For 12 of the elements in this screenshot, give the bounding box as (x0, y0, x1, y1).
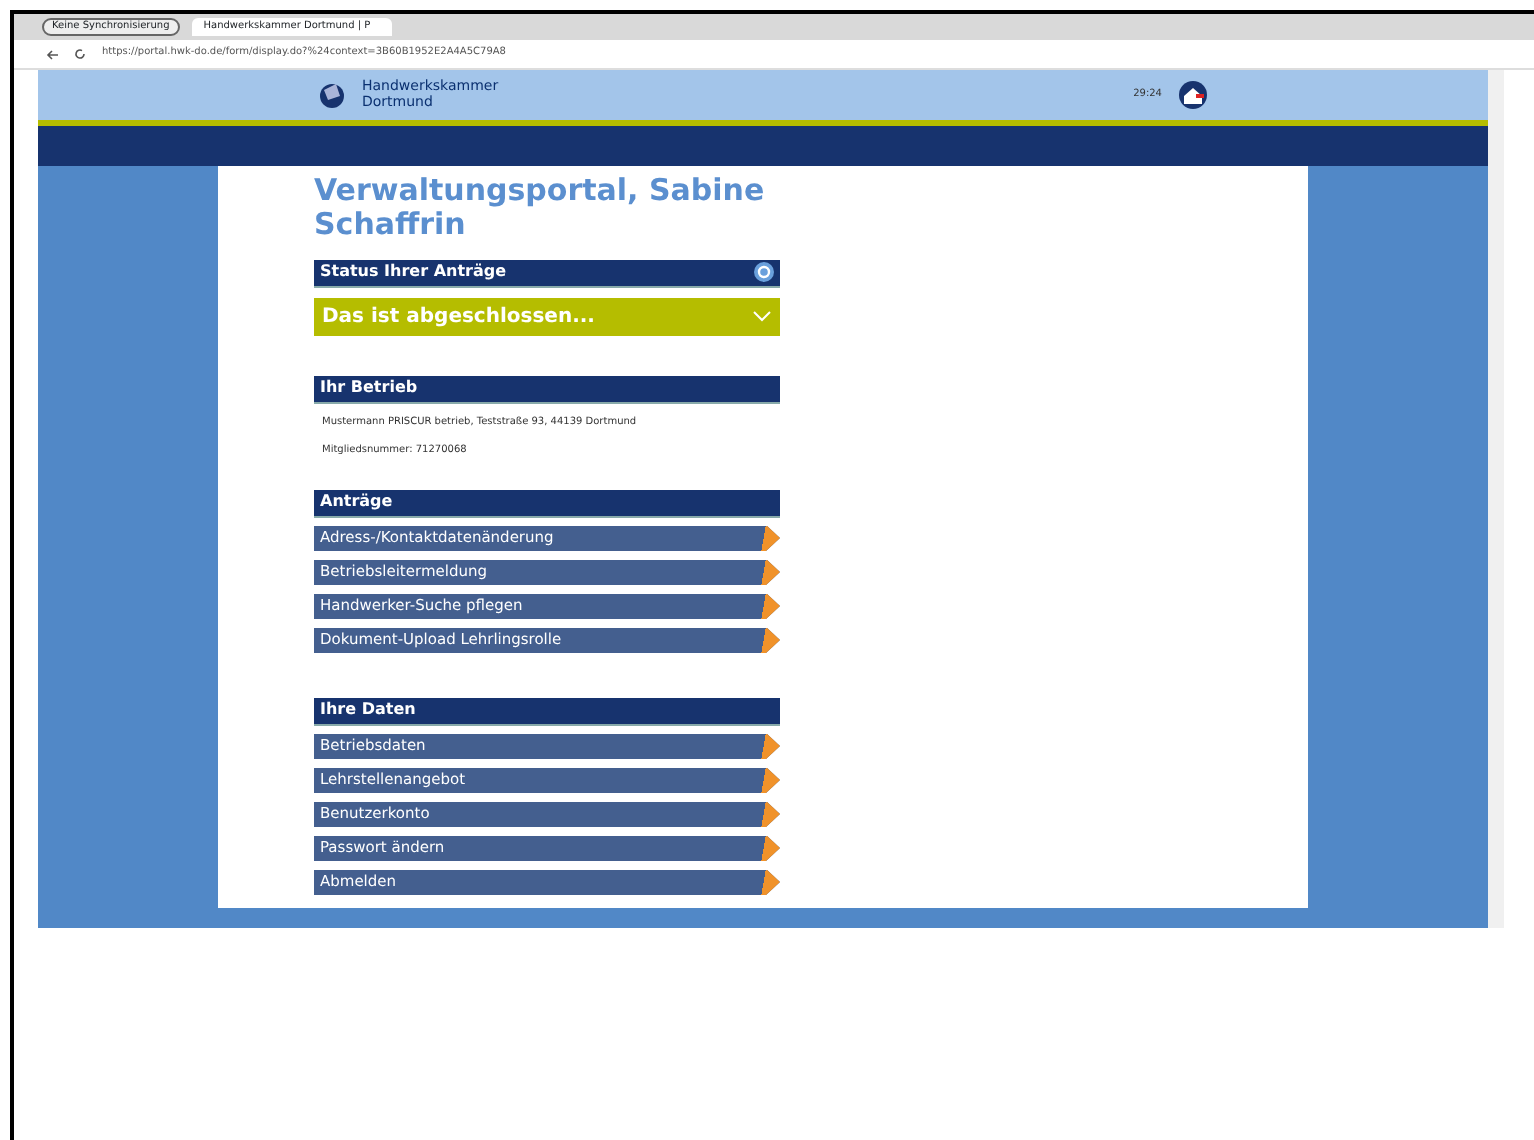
back-icon[interactable] (46, 49, 58, 59)
reload-icon[interactable] (74, 48, 86, 60)
home-icon[interactable] (1178, 80, 1208, 110)
logo-icon (318, 81, 346, 109)
section-heading: Ihre Daten (314, 697, 780, 725)
status-text: Das ist abgeschlossen... (322, 303, 595, 331)
section-heading: Ihr Betrieb (314, 375, 780, 403)
refresh-icon[interactable] (754, 262, 774, 282)
section-heading: Anträge (314, 489, 780, 517)
page-title: Verwaltungsportal, Sabine Schaffrin (314, 174, 767, 243)
chevron-down-icon (752, 310, 772, 322)
section-heading: Status Ihrer Anträge (320, 260, 507, 284)
